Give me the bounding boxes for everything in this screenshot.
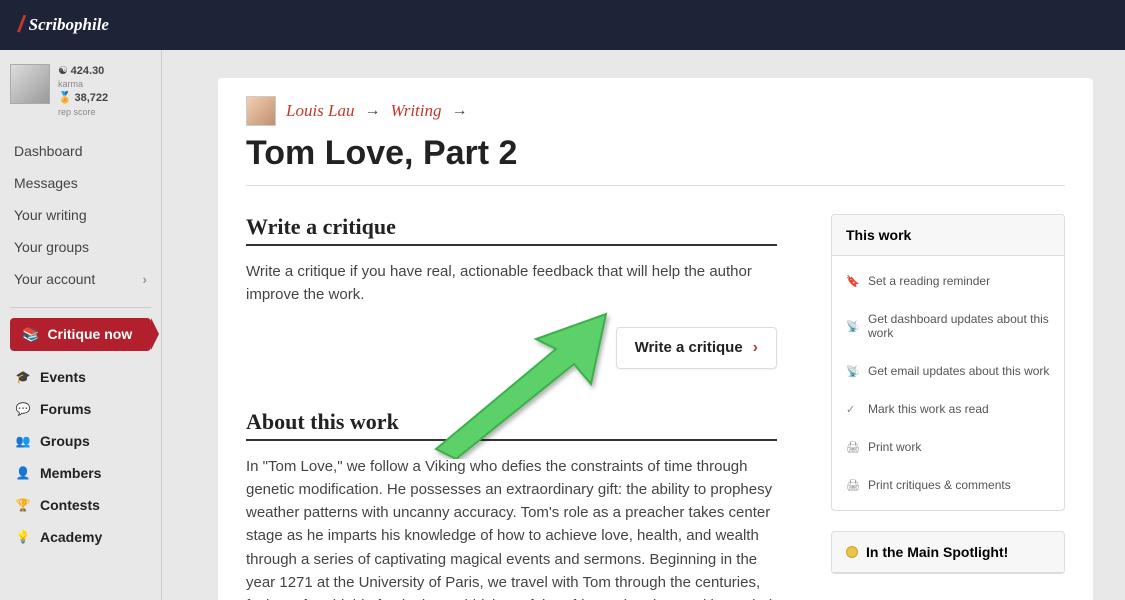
rss-icon: 📡	[846, 320, 858, 333]
rep-label: rep score	[58, 107, 96, 117]
print-icon: 🖨	[846, 479, 858, 492]
nav-divider	[10, 307, 151, 308]
nav-your-writing[interactable]: Your writing	[10, 199, 151, 231]
breadcrumb-author[interactable]: Louis Lau	[286, 101, 355, 121]
nav-academy[interactable]: 💡Academy	[10, 521, 151, 553]
panel-print-work[interactable]: 🖨Print work	[832, 428, 1064, 466]
nav-forums[interactable]: 💬Forums	[10, 393, 151, 425]
write-critique-heading: Write a critique	[246, 214, 777, 246]
write-critique-button-label: Write a critique	[635, 339, 743, 356]
nav-your-groups[interactable]: Your groups	[10, 231, 151, 263]
check-icon: ✓	[846, 403, 858, 416]
academy-icon: 💡	[16, 530, 30, 544]
primary-nav: Dashboard Messages Your writing Your gro…	[10, 135, 151, 295]
arrow-icon: →	[365, 102, 381, 120]
books-icon: 📚	[22, 326, 39, 343]
nav-your-account[interactable]: Your account›	[10, 263, 151, 295]
about-text: In "Tom Love," we follow a Viking who de…	[246, 455, 777, 600]
rss-icon: 📡	[846, 365, 858, 378]
logo-slash-icon: /	[16, 11, 27, 40]
groups-icon: 👥	[16, 434, 30, 448]
write-critique-text: Write a critique if you have real, actio…	[246, 260, 777, 307]
members-icon: 👤	[16, 466, 30, 480]
spotlight-label: In the Main Spotlight!	[866, 544, 1008, 560]
logo-text: Scribophile	[29, 15, 109, 35]
title-divider	[246, 185, 1065, 186]
this-work-heading: This work	[832, 215, 1064, 256]
app-header: / Scribophile	[0, 0, 1125, 50]
rep-value: 38,722	[74, 92, 108, 104]
write-critique-button[interactable]: Write a critique ›	[616, 327, 777, 369]
panel-dashboard-updates[interactable]: 📡Get dashboard updates about this work	[832, 300, 1064, 352]
spotlight-panel: In the Main Spotlight!	[831, 531, 1065, 574]
nav-contests[interactable]: 🏆Contests	[10, 489, 151, 521]
karma-label: karma	[58, 79, 83, 89]
sidebar: ☯ 424.30karma 🏅 38,722rep score Dashboar…	[0, 50, 162, 600]
contests-icon: 🏆	[16, 498, 30, 512]
main-content: Louis Lau → Writing → Tom Love, Part 2 W…	[162, 50, 1125, 600]
breadcrumb-section[interactable]: Writing	[391, 101, 442, 121]
print-icon: 🖨	[846, 441, 858, 454]
critique-now-label: Critique now	[47, 326, 132, 342]
work-card: Louis Lau → Writing → Tom Love, Part 2 W…	[218, 78, 1093, 600]
panel-print-critiques[interactable]: 🖨Print critiques & comments	[832, 466, 1064, 504]
user-avatar[interactable]	[10, 64, 50, 104]
panel-mark-read[interactable]: ✓Mark this work as read	[832, 390, 1064, 428]
nav-messages[interactable]: Messages	[10, 167, 151, 199]
page-title: Tom Love, Part 2	[246, 134, 1065, 173]
karma-value: 424.30	[71, 65, 105, 77]
critique-now-button[interactable]: 📚 Critique now	[10, 318, 151, 351]
arrow-icon: →	[452, 102, 468, 120]
events-icon: 🎓	[16, 370, 30, 384]
logo[interactable]: / Scribophile	[18, 11, 109, 39]
right-column: This work 🔖Set a reading reminder 📡Get d…	[831, 214, 1065, 600]
secondary-nav: 🎓Events 💬Forums 👥Groups 👤Members 🏆Contes…	[10, 361, 151, 553]
panel-set-reminder[interactable]: 🔖Set a reading reminder	[832, 262, 1064, 300]
user-stats: ☯ 424.30karma 🏅 38,722rep score	[58, 64, 108, 119]
nav-groups[interactable]: 👥Groups	[10, 425, 151, 457]
left-column: Write a critique Write a critique if you…	[246, 214, 777, 600]
nav-dashboard[interactable]: Dashboard	[10, 135, 151, 167]
about-heading: About this work	[246, 409, 777, 441]
profile-block: ☯ 424.30karma 🏅 38,722rep score	[10, 64, 151, 119]
spotlight-dot-icon	[846, 546, 858, 558]
nav-members[interactable]: 👤Members	[10, 457, 151, 489]
forums-icon: 💬	[16, 402, 30, 416]
nav-events[interactable]: 🎓Events	[10, 361, 151, 393]
spotlight-heading: In the Main Spotlight!	[832, 532, 1064, 573]
chevron-right-icon: ›	[753, 339, 758, 357]
bookmark-icon: 🔖	[846, 275, 858, 288]
chevron-right-icon: ›	[142, 271, 147, 287]
author-avatar[interactable]	[246, 96, 276, 126]
this-work-panel: This work 🔖Set a reading reminder 📡Get d…	[831, 214, 1065, 511]
breadcrumb: Louis Lau → Writing →	[246, 96, 1065, 126]
panel-email-updates[interactable]: 📡Get email updates about this work	[832, 352, 1064, 390]
